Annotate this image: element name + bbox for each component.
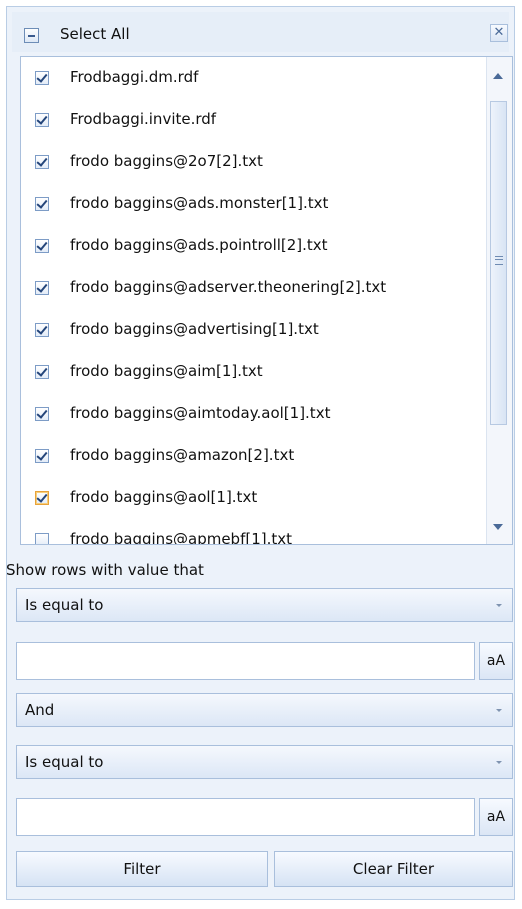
list-item[interactable]: frodo baggins@2o7[2].txt xyxy=(21,145,487,187)
item-label: frodo baggins@amazon[2].txt xyxy=(70,446,295,464)
value-input-1[interactable] xyxy=(16,642,475,680)
close-icon[interactable]: ✕ xyxy=(490,24,508,42)
item-label: frodo baggins@aimtoday.aol[1].txt xyxy=(70,404,331,422)
item-checkbox[interactable] xyxy=(35,449,49,463)
filter-caption: Show rows with value that xyxy=(6,561,204,579)
item-checkbox[interactable] xyxy=(35,197,49,211)
match-case-button-2[interactable]: aA xyxy=(479,798,513,836)
match-case-button-1[interactable]: aA xyxy=(479,642,513,680)
operator-select-2[interactable]: Is equal to xyxy=(16,745,513,779)
item-label: frodo baggins@aim[1].txt xyxy=(70,362,263,380)
select-all-checkbox[interactable] xyxy=(24,28,39,43)
item-label: frodo baggins@adserver.theonering[2].txt xyxy=(70,278,387,296)
chevron-down-icon xyxy=(496,604,502,607)
values-list[interactable]: Frodbaggi.dm.rdf Frodbaggi.invite.rdf frod… xyxy=(20,56,513,545)
list-item[interactable]: Frodbaggi.dm.rdf xyxy=(21,61,487,103)
item-label: Frodbaggi.dm.rdf xyxy=(70,68,199,86)
item-label: frodo baggins@advertising[1].txt xyxy=(70,320,319,338)
vertical-scrollbar[interactable] xyxy=(486,57,512,544)
item-label: frodo baggins@apmebf[1].txt xyxy=(70,530,293,545)
logic-select[interactable]: And xyxy=(16,693,513,727)
item-checkbox[interactable] xyxy=(35,407,49,421)
grip-icon xyxy=(495,256,503,265)
item-checkbox[interactable] xyxy=(35,155,49,169)
item-label: frodo baggins@ads.pointroll[2].txt xyxy=(70,236,328,254)
operator-select-1-value: Is equal to xyxy=(25,596,104,614)
list-item[interactable]: frodo baggins@amazon[2].txt xyxy=(21,439,487,481)
filter-button[interactable]: Filter xyxy=(16,851,268,887)
list-item[interactable]: frodo baggins@advertising[1].txt xyxy=(21,313,487,355)
item-checkbox[interactable] xyxy=(35,71,49,85)
item-label: frodo baggins@aol[1].txt xyxy=(70,488,258,506)
item-checkbox[interactable] xyxy=(35,323,49,337)
item-checkbox[interactable] xyxy=(35,533,49,544)
item-label: Frodbaggi.invite.rdf xyxy=(70,110,217,128)
item-label: frodo baggins@ads.monster[1].txt xyxy=(70,194,329,212)
item-label: frodo baggins@2o7[2].txt xyxy=(70,152,263,170)
chevron-down-icon xyxy=(496,761,502,764)
scroll-down-icon[interactable] xyxy=(493,524,503,530)
list-item[interactable]: frodo baggins@aim[1].txt xyxy=(21,355,487,397)
list-item[interactable]: frodo baggins@apmebf[1].txt xyxy=(21,523,487,545)
operator-select-2-value: Is equal to xyxy=(25,753,104,771)
operator-select-1[interactable]: Is equal to xyxy=(16,588,513,622)
logic-select-value: And xyxy=(25,701,55,719)
scroll-up-icon[interactable] xyxy=(493,73,503,79)
item-checkbox[interactable] xyxy=(35,281,49,295)
list-item[interactable]: frodo baggins@ads.monster[1].txt xyxy=(21,187,487,229)
list-item[interactable]: frodo baggins@ads.pointroll[2].txt xyxy=(21,229,487,271)
select-all-label: Select All xyxy=(60,25,130,43)
value-input-2[interactable] xyxy=(16,798,475,836)
list-item[interactable]: Frodbaggi.invite.rdf xyxy=(21,103,487,145)
list-item[interactable]: frodo baggins@aol[1].txt xyxy=(21,481,487,523)
list-item[interactable]: frodo baggins@aimtoday.aol[1].txt xyxy=(21,397,487,439)
item-checkbox[interactable] xyxy=(35,239,49,253)
item-checkbox[interactable] xyxy=(35,365,49,379)
item-checkbox[interactable] xyxy=(35,113,49,127)
item-checkbox[interactable] xyxy=(35,491,49,505)
clear-filter-button[interactable]: Clear Filter xyxy=(274,851,513,887)
scroll-thumb[interactable] xyxy=(490,101,507,425)
list-item[interactable]: frodo baggins@adserver.theonering[2].txt xyxy=(21,271,487,313)
chevron-down-icon xyxy=(496,709,502,712)
